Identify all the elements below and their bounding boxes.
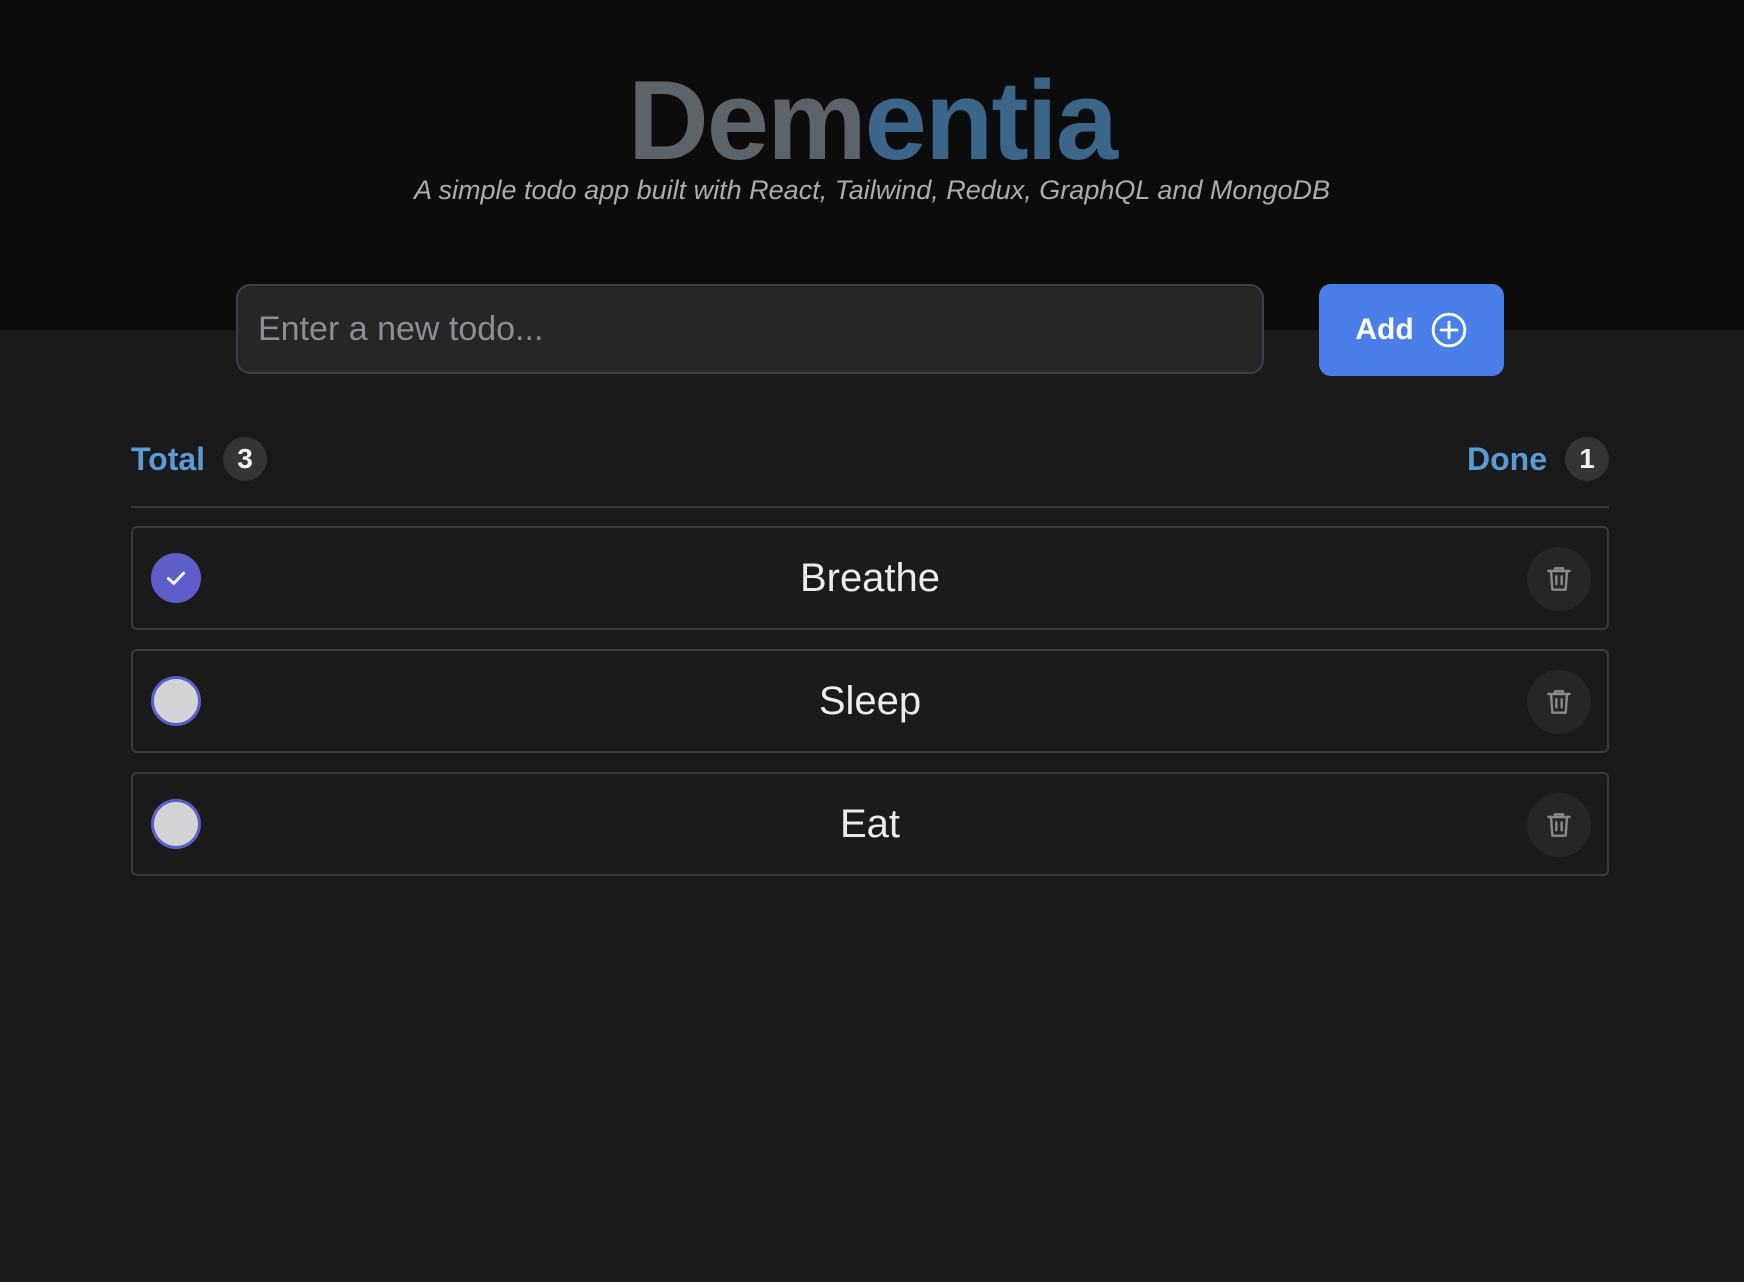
trash-icon	[1547, 813, 1571, 837]
app-page: Dementia A simple todo app built with Re…	[0, 0, 1744, 1282]
todo-checkbox[interactable]	[151, 799, 201, 849]
delete-todo-button[interactable]	[1527, 547, 1591, 611]
todo-item: Eat	[131, 772, 1609, 876]
done-label: Done	[1467, 440, 1547, 477]
delete-todo-button[interactable]	[1527, 793, 1591, 857]
app-title: Dementia	[0, 58, 1744, 184]
add-todo-button[interactable]: Add	[1319, 284, 1504, 376]
todo-item: Breathe	[131, 526, 1609, 630]
trash-icon	[1547, 567, 1571, 591]
done-count-badge: 1	[1565, 437, 1609, 481]
checkmark-icon	[167, 571, 185, 585]
total-stat: Total 3	[131, 436, 268, 482]
new-todo-input[interactable]	[236, 284, 1264, 374]
todo-checkbox-checked[interactable]	[151, 553, 201, 603]
total-label: Total	[131, 440, 206, 477]
todo-checkbox[interactable]	[151, 676, 201, 726]
app-title-part-2: entia	[864, 58, 1118, 183]
total-count-badge: 3	[223, 437, 268, 481]
todo-text: Breathe	[799, 555, 941, 600]
stats-divider	[131, 506, 1609, 508]
trash-icon	[1547, 690, 1571, 714]
todo-item: Sleep	[131, 649, 1609, 753]
app-title-part-1: Dem	[627, 58, 867, 183]
plus-circle-icon	[1431, 312, 1466, 348]
delete-todo-button[interactable]	[1527, 670, 1591, 734]
todo-text: Eat	[839, 801, 901, 846]
add-button-label: Add	[1355, 313, 1414, 346]
todo-text: Sleep	[818, 678, 922, 723]
done-stat: Done 1	[1467, 436, 1609, 482]
todo-list: Breathe Sleep Eat	[131, 526, 1609, 895]
app-subtitle: A simple todo app built with React, Tail…	[413, 175, 1330, 205]
